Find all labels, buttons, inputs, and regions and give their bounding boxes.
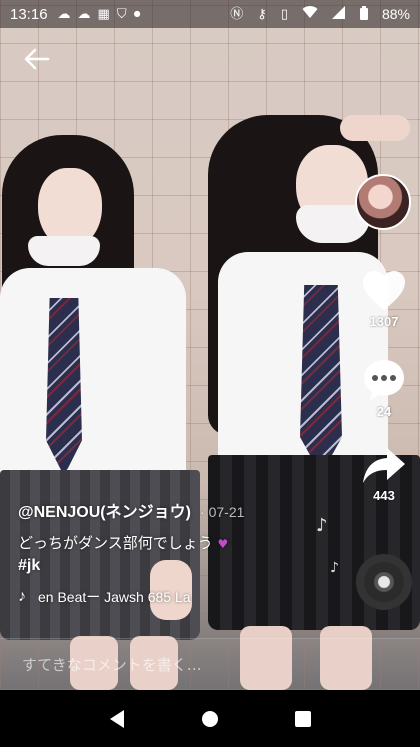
back-button[interactable] <box>22 44 52 74</box>
comment-placeholder: すてきなコメントを書く… <box>22 656 202 674</box>
square-recents-icon <box>295 710 312 727</box>
person-right-raised-hand <box>340 115 410 141</box>
nav-recents-button[interactable] <box>283 699 323 739</box>
heart-emoji: ♥ <box>217 537 229 551</box>
nav-back-button[interactable] <box>97 699 137 739</box>
heart-icon <box>363 271 405 310</box>
status-bar: 13:16 ☁ ☁ ▦ ⛉ ● Ⓝ ⚷ ▯ 88% <box>0 0 420 28</box>
key-icon: ⚷ <box>257 6 267 22</box>
author-username[interactable]: @NENJOU(ネンジョウ) <box>18 504 191 521</box>
music-info[interactable]: ♪ en Beatー Jawsh 685 La <box>18 587 338 607</box>
cloud-icon: ☁ <box>77 6 91 22</box>
status-right-icons: Ⓝ ⚷ ▯ 88% <box>230 5 410 23</box>
post-description: どっちがダンス部何でしょう ♥ <box>18 532 338 553</box>
like-button[interactable]: 1307 <box>357 270 411 329</box>
battery-percentage: 88% <box>381 6 410 22</box>
person-left-mask <box>28 236 100 266</box>
share-button[interactable]: 443 <box>357 446 411 503</box>
music-note-icon: ♪ <box>18 588 26 605</box>
post-caption: @NENJOU(ネンジョウ) · 07-21 どっちがダンス部何でしょう ♥ #… <box>18 498 338 607</box>
like-count: 1307 <box>369 314 399 329</box>
vibrate-icon: ▯ <box>280 6 288 22</box>
triangle-back-icon <box>109 709 124 728</box>
person-left-tie <box>46 298 82 476</box>
nfc-icon: Ⓝ <box>230 6 244 22</box>
share-arrow-icon <box>363 448 405 483</box>
share-count: 443 <box>373 488 395 503</box>
floating-music-note-icon: ♪ <box>330 560 339 576</box>
battery-icon <box>359 5 368 23</box>
comment-count: 24 <box>376 404 392 419</box>
comment-button[interactable]: 24 <box>357 358 411 419</box>
description-text: どっちがダンス部何でしょう <box>18 534 213 552</box>
circle-home-icon <box>201 710 218 727</box>
comment-bubble-icon <box>364 360 404 400</box>
arrow-left-icon <box>24 48 50 70</box>
calendar-icon: ▦ <box>97 6 110 22</box>
post-date: · 07-21 <box>200 504 245 520</box>
status-time: 13:16 <box>10 5 48 23</box>
person-left-shirt <box>0 268 186 488</box>
floating-music-note-icon: ♪ <box>316 515 328 536</box>
shield-check-icon: ⛉ <box>116 6 127 22</box>
nav-home-button[interactable] <box>190 699 230 739</box>
signal-icon <box>331 6 346 22</box>
dot-icon: ● <box>133 9 141 18</box>
hashtag-link[interactable]: #jk <box>18 557 338 575</box>
cloud-icon: ☁ <box>57 6 71 22</box>
music-disc[interactable] <box>356 554 412 610</box>
wifi-icon <box>302 6 318 22</box>
music-track-name: en Beatー Jawsh 685 La <box>38 589 191 605</box>
comment-input[interactable]: すてきなコメントを書く… <box>0 638 420 690</box>
person-right-tie <box>300 285 342 475</box>
system-nav-bar <box>0 690 420 747</box>
author-avatar[interactable] <box>355 174 411 230</box>
